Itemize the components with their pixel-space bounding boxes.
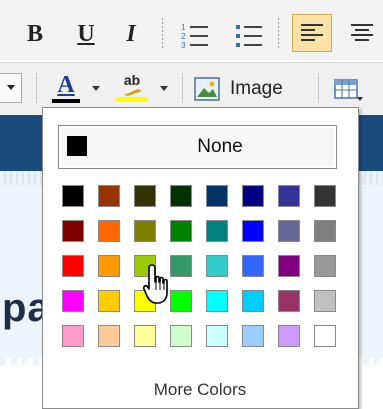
font-color-icon: A bbox=[57, 72, 75, 98]
chevron-down-icon bbox=[160, 86, 168, 91]
align-left-icon bbox=[301, 24, 323, 41]
color-swatch[interactable] bbox=[314, 220, 336, 242]
toolbar-separator bbox=[36, 73, 37, 103]
color-swatch[interactable] bbox=[278, 185, 300, 207]
color-swatch[interactable] bbox=[62, 325, 84, 347]
color-swatch[interactable] bbox=[134, 325, 156, 347]
highlight-color-bar bbox=[116, 97, 148, 102]
insert-table-button[interactable] bbox=[330, 75, 366, 105]
insert-image-button[interactable]: Image bbox=[194, 73, 306, 105]
chevron-down-icon bbox=[92, 86, 100, 91]
color-swatch[interactable] bbox=[206, 325, 228, 347]
numbered-list-icon: 1 2 3 bbox=[181, 23, 208, 50]
color-swatch[interactable] bbox=[314, 325, 336, 347]
color-swatch[interactable] bbox=[62, 290, 84, 312]
color-swatch[interactable] bbox=[278, 255, 300, 277]
color-swatch[interactable] bbox=[242, 220, 264, 242]
color-swatch[interactable] bbox=[278, 220, 300, 242]
align-center-icon bbox=[351, 24, 373, 41]
bullet-list-icon bbox=[236, 25, 262, 47]
color-swatch[interactable] bbox=[278, 325, 300, 347]
color-swatch[interactable] bbox=[242, 185, 264, 207]
font-color-bar bbox=[52, 99, 80, 103]
toolbar-separator bbox=[278, 18, 279, 48]
color-swatch[interactable] bbox=[170, 325, 192, 347]
color-swatch[interactable] bbox=[206, 290, 228, 312]
svg-text:1: 1 bbox=[181, 23, 186, 32]
align-left-button[interactable] bbox=[292, 14, 332, 52]
toolbar-separator bbox=[162, 18, 163, 48]
color-swatch[interactable] bbox=[170, 220, 192, 242]
svg-text:2: 2 bbox=[181, 32, 186, 41]
italic-button[interactable]: I bbox=[118, 20, 144, 48]
underline-button[interactable]: U bbox=[72, 20, 100, 48]
image-icon bbox=[194, 77, 220, 101]
align-center-button[interactable] bbox=[344, 14, 380, 52]
color-swatch[interactable] bbox=[170, 185, 192, 207]
font-color-dropdown[interactable] bbox=[90, 83, 102, 95]
color-swatch[interactable] bbox=[206, 255, 228, 277]
color-swatch[interactable] bbox=[62, 255, 84, 277]
font-color-button[interactable]: A bbox=[46, 71, 86, 105]
color-swatch[interactable] bbox=[98, 255, 120, 277]
color-swatch[interactable] bbox=[242, 255, 264, 277]
table-icon bbox=[334, 79, 363, 101]
color-swatch[interactable] bbox=[314, 290, 336, 312]
color-swatch[interactable] bbox=[98, 220, 120, 242]
color-swatch[interactable] bbox=[98, 325, 120, 347]
more-colors-button[interactable]: More Colors bbox=[110, 380, 290, 400]
highlight-color-dropdown[interactable] bbox=[158, 83, 170, 95]
color-swatch[interactable] bbox=[62, 220, 84, 242]
bold-button[interactable]: B bbox=[22, 20, 48, 48]
color-swatch[interactable] bbox=[206, 185, 228, 207]
color-swatch[interactable] bbox=[314, 185, 336, 207]
highlight-color-button[interactable]: ab bbox=[110, 69, 154, 105]
color-swatch[interactable] bbox=[314, 255, 336, 277]
pen-icon bbox=[124, 89, 142, 96]
color-swatch[interactable] bbox=[134, 185, 156, 207]
font-size-dropdown[interactable] bbox=[0, 73, 22, 103]
color-swatch[interactable] bbox=[242, 325, 264, 347]
numbered-list-button[interactable]: 1 2 3 bbox=[180, 20, 210, 50]
color-swatch[interactable] bbox=[278, 290, 300, 312]
chevron-down-icon bbox=[6, 85, 15, 90]
hand-cursor-icon bbox=[143, 264, 168, 304]
color-swatch[interactable] bbox=[98, 290, 120, 312]
toolbar-separator bbox=[182, 73, 183, 103]
svg-text:3: 3 bbox=[181, 41, 186, 50]
color-swatch[interactable] bbox=[206, 220, 228, 242]
color-swatch[interactable] bbox=[242, 290, 264, 312]
bullet-list-button[interactable] bbox=[234, 20, 264, 50]
no-color-swatch bbox=[67, 136, 87, 156]
highlight-icon: ab bbox=[123, 72, 141, 88]
toolbar-separator bbox=[318, 73, 319, 103]
formatting-toolbar: B U I 1 2 3 bbox=[0, 0, 383, 60]
insert-image-label: Image bbox=[230, 78, 283, 99]
color-swatch[interactable] bbox=[62, 185, 84, 207]
color-swatch[interactable] bbox=[134, 220, 156, 242]
no-color-label: None bbox=[197, 136, 243, 157]
color-swatch[interactable] bbox=[98, 185, 120, 207]
